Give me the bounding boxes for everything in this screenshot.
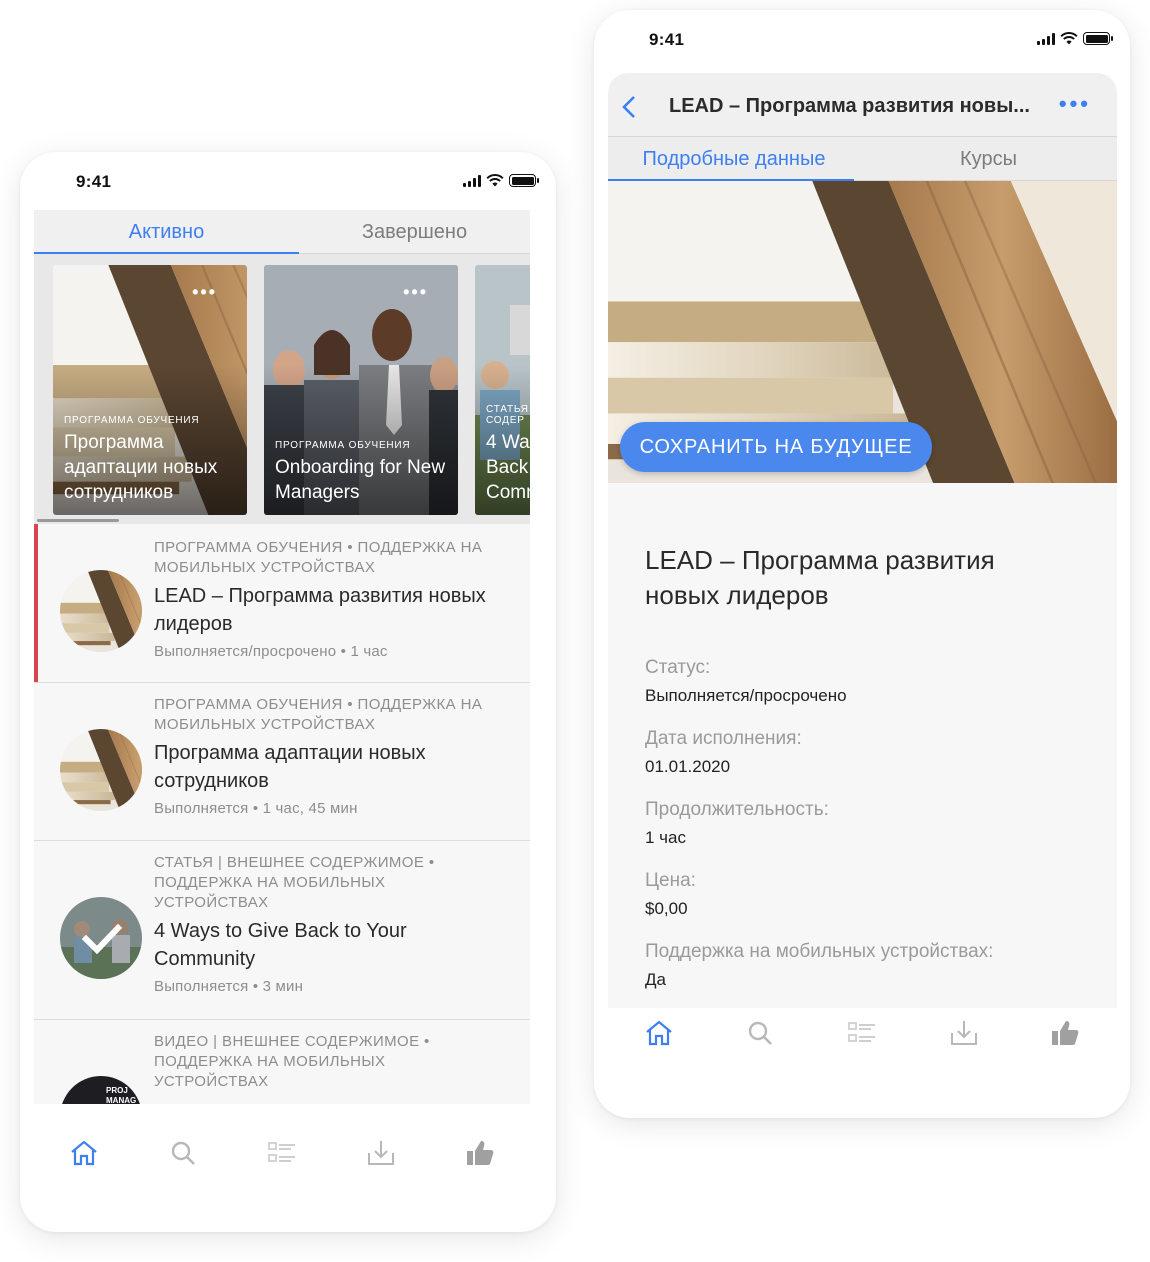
learning-list[interactable]: ПРОГРАММА ОБУЧЕНИЯ • ПОДДЕРЖКА НА МОБИЛЬ… xyxy=(34,524,530,1104)
field-due-date: Дата исполнения: 01.01.2020 xyxy=(645,726,1097,779)
home-icon[interactable] xyxy=(66,1135,102,1171)
field-value: Выполняется/просрочено xyxy=(645,686,847,705)
list-icon[interactable] xyxy=(264,1135,300,1171)
item-thumbnail: PROJ MANAG xyxy=(60,1076,142,1104)
wifi-icon xyxy=(486,174,504,187)
tab-active[interactable]: Активно xyxy=(34,210,299,254)
navigation-bar: LEAD – Программа развития новы... ••• xyxy=(608,73,1117,137)
card-kicker: СТАТЬЯ | СОДЕР xyxy=(486,404,530,426)
signal-icon xyxy=(463,174,481,187)
more-dots-icon[interactable]: ••• xyxy=(403,282,428,303)
item-status: Выполняется • 3 мин xyxy=(154,978,304,995)
item-meta: СТАТЬЯ | ВНЕШНЕЕ СОДЕРЖИМОЕ • ПОДДЕРЖКА … xyxy=(154,854,435,911)
tab-courses[interactable]: Курсы xyxy=(860,137,1117,181)
hero-image: СОХРАНИТЬ НА БУДУЩЕЕ xyxy=(608,181,1117,483)
card-title: Onboarding for New Managers xyxy=(275,457,446,503)
detail-panel: LEAD – Программа развития новых лидеров … xyxy=(608,483,1117,1008)
carousel-card-onboarding[interactable]: ••• ПРОГРАММА ОБУЧЕНИЯ Onboarding for Ne… xyxy=(264,265,458,515)
more-dots-icon[interactable]: ••• xyxy=(192,282,217,303)
field-label: Статус: xyxy=(645,657,711,678)
tab-details[interactable]: Подробные данные xyxy=(608,137,860,181)
card-kicker: ПРОГРАММА ОБУЧЕНИЯ xyxy=(275,440,411,451)
search-icon[interactable] xyxy=(742,1015,778,1051)
card-title: 4 Wa Back Comr xyxy=(486,432,530,503)
field-mobile-support: Поддержка на мобильных устройствах: Да xyxy=(645,939,1097,992)
list-item[interactable]: ПРОГРАММА ОБУЧЕНИЯ • ПОДДЕРЖКА НА МОБИЛЬ… xyxy=(34,683,530,841)
battery-icon xyxy=(1083,32,1113,45)
item-meta: ПРОГРАММА ОБУЧЕНИЯ • ПОДДЕРЖКА НА МОБИЛЬ… xyxy=(154,539,483,576)
item-title: LEAD – Программа развития новых лидеров xyxy=(154,585,486,635)
item-title: 4 Ways to Give Back to Your Community xyxy=(154,920,407,970)
tab-completed[interactable]: Завершено xyxy=(299,210,530,254)
field-label: Продолжительность: xyxy=(645,799,829,820)
card-title: Программа адаптации новых сотрудников xyxy=(64,432,218,503)
download-icon[interactable] xyxy=(363,1135,399,1171)
right-phone-screen: 9:41 LEAD – Программа развития новы... •… xyxy=(594,10,1130,1118)
carousel-card-adaptation[interactable]: ••• ПРОГРАММА ОБУЧЕНИЯ Программа адаптац… xyxy=(53,265,247,515)
field-value: $0,00 xyxy=(645,899,688,918)
item-title: Программа адаптации новых сотрудников xyxy=(154,742,426,792)
carousel-scroll-indicator xyxy=(37,519,119,522)
battery-icon xyxy=(509,174,539,187)
list-icon[interactable] xyxy=(844,1015,880,1051)
thumb-caption: PROJ MANAG xyxy=(106,1086,137,1104)
wifi-icon xyxy=(1060,32,1078,45)
list-item[interactable]: PROJ MANAG ВИДЕО | ВНЕШНЕЕ СОДЕРЖИМОЕ • … xyxy=(34,1020,530,1104)
carousel-card-give-back[interactable]: СТАТЬЯ | СОДЕР 4 Wa Back Comr xyxy=(475,265,530,515)
field-duration: Продолжительность: 1 час xyxy=(645,797,1097,850)
item-thumbnail xyxy=(60,897,142,979)
bottom-tab-bar xyxy=(608,1006,1116,1060)
detail-segmented-control: Подробные данные Курсы xyxy=(608,137,1117,181)
field-value: 01.01.2020 xyxy=(645,757,731,776)
status-bar: 9:41 xyxy=(20,152,556,212)
back-chevron-icon[interactable] xyxy=(620,95,640,119)
detail-title: LEAD – Программа развития новых лидеров xyxy=(645,545,995,610)
thumbs-up-icon[interactable] xyxy=(1047,1015,1083,1051)
field-value: 1 час xyxy=(645,828,686,847)
field-value: Да xyxy=(645,970,666,989)
page-title: LEAD – Программа развития новы... xyxy=(669,95,1030,117)
status-time: 9:41 xyxy=(649,30,685,49)
status-time: 9:41 xyxy=(76,172,112,191)
status-icons xyxy=(463,174,539,187)
list-item[interactable]: ПРОГРАММА ОБУЧЕНИЯ • ПОДДЕРЖКА НА МОБИЛЬ… xyxy=(34,524,530,683)
field-status: Статус: Выполняется/просрочено xyxy=(645,655,1097,708)
card-kicker: ПРОГРАММА ОБУЧЕНИЯ xyxy=(64,415,200,426)
field-price: Цена: $0,00 xyxy=(645,868,1097,921)
more-dots-icon[interactable]: ••• xyxy=(1059,91,1091,117)
item-thumbnail xyxy=(60,570,142,652)
item-meta: ПРОГРАММА ОБУЧЕНИЯ • ПОДДЕРЖКА НА МОБИЛЬ… xyxy=(154,696,483,733)
search-icon[interactable] xyxy=(165,1135,201,1171)
status-bar: 9:41 xyxy=(594,10,1130,70)
list-item[interactable]: СТАТЬЯ | ВНЕШНЕЕ СОДЕРЖИМОЕ • ПОДДЕРЖКА … xyxy=(34,841,530,1020)
field-label: Дата исполнения: xyxy=(645,728,802,749)
left-phone-screen: 9:41 Активно Завершено ••• ПРОГРАММА ОБУ… xyxy=(20,152,556,1232)
status-icons xyxy=(1037,32,1113,45)
signal-icon xyxy=(1037,32,1055,45)
download-icon[interactable] xyxy=(946,1015,982,1051)
field-label: Поддержка на мобильных устройствах: xyxy=(645,941,994,962)
item-thumbnail xyxy=(60,729,142,811)
item-meta: ВИДЕО | ВНЕШНЕЕ СОДЕРЖИМОЕ • ПОДДЕРЖКА Н… xyxy=(154,1033,430,1090)
save-for-later-button[interactable]: СОХРАНИТЬ НА БУДУЩЕЕ xyxy=(620,422,932,472)
thumbs-up-icon[interactable] xyxy=(462,1135,498,1171)
check-icon xyxy=(81,923,123,955)
home-icon[interactable] xyxy=(641,1015,677,1051)
field-label: Цена: xyxy=(645,870,696,891)
learning-carousel[interactable]: ••• ПРОГРАММА ОБУЧЕНИЯ Программа адаптац… xyxy=(34,254,530,524)
item-status: Выполняется • 1 час, 45 мин xyxy=(154,800,358,817)
status-segmented-control: Активно Завершено xyxy=(34,210,530,254)
item-status: Выполняется/просрочено • 1 час xyxy=(154,643,388,660)
bottom-tab-bar xyxy=(34,1126,530,1180)
